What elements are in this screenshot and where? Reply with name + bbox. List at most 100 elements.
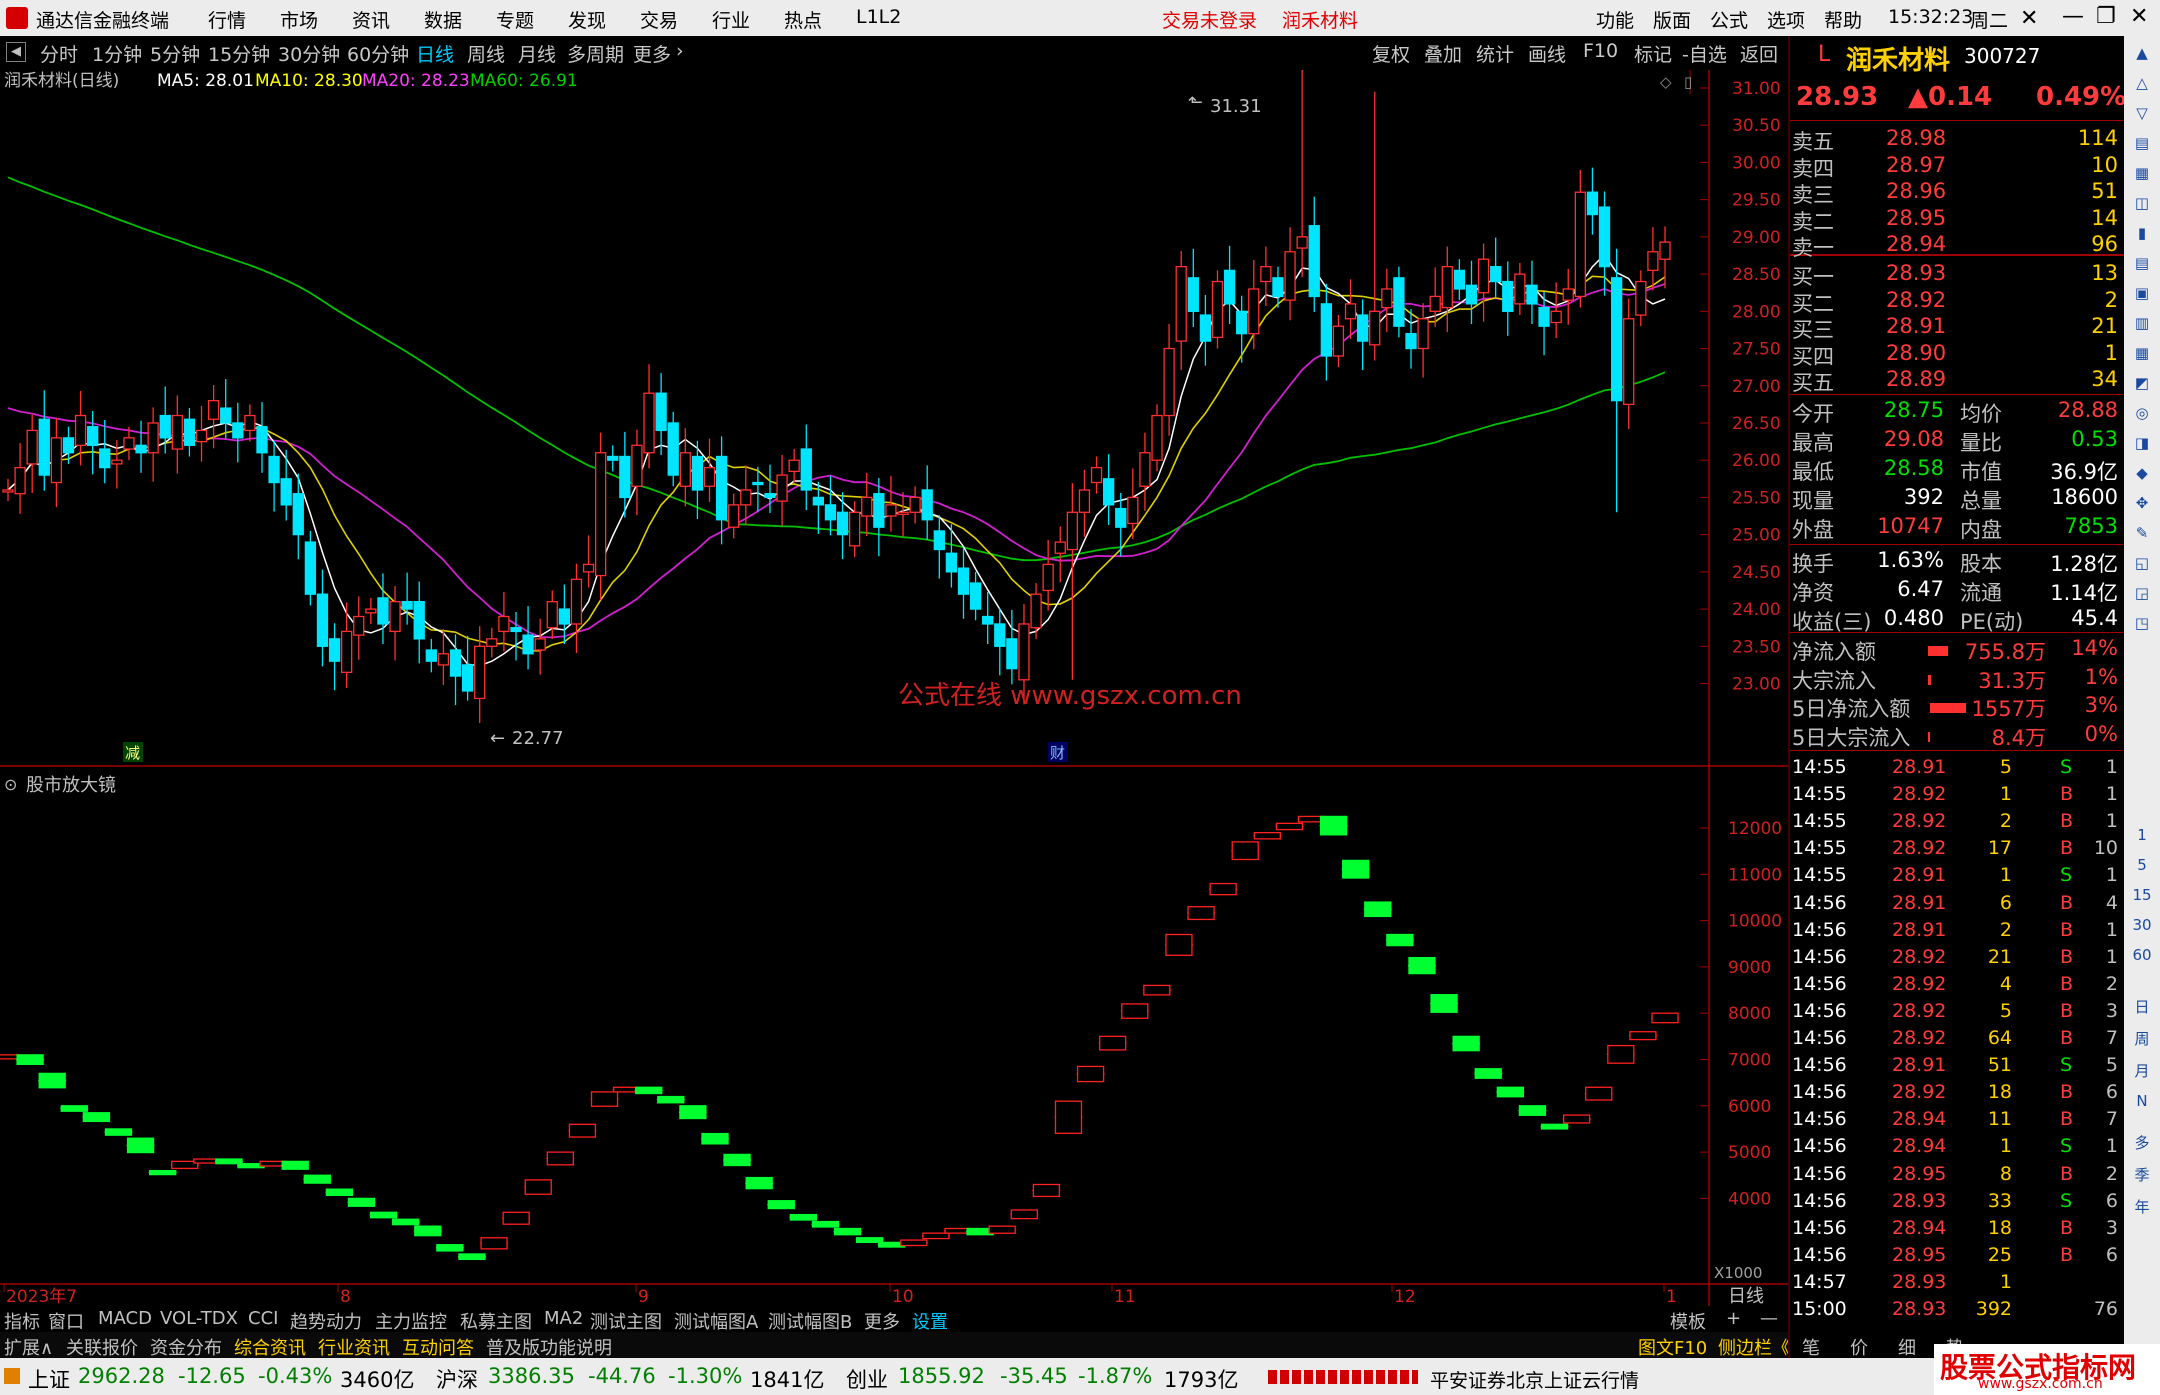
tab-zijinfenbu[interactable]: 资金分布 (150, 1334, 222, 1360)
tab-bi[interactable]: 笔 (1802, 1334, 1820, 1360)
flow-row[interactable]: 5日大宗流入 8.4万 0% (1790, 722, 2124, 750)
server-label[interactable]: 平安证券北京上证云行情 (1430, 1366, 1639, 1393)
menu-faxian[interactable]: 发现 (568, 6, 606, 33)
tool-fuquan[interactable]: 复权 (1372, 40, 1410, 67)
tool-f10[interactable]: F10 (1583, 40, 1618, 62)
sidebar-period-15[interactable]: 15 (2128, 886, 2156, 904)
tab-gengduo[interactable]: 更多 (864, 1308, 900, 1334)
ask-row[interactable]: 卖四 28.97 10 (1790, 153, 2124, 181)
menu-gongshi[interactable]: 公式 (1710, 6, 1748, 33)
menu-redian[interactable]: 热点 (784, 6, 822, 33)
diamond-icon[interactable]: ◇ (1660, 73, 1672, 91)
tick-row[interactable]: 14:56 28.95 25 B 6 (1790, 1244, 2124, 1270)
tool-huaxian[interactable]: 画线 (1528, 40, 1566, 67)
tick-row[interactable]: 15:00 28.93 392 76 (1790, 1298, 2124, 1324)
sidebar-icon-15[interactable]: ◆ (2128, 464, 2156, 482)
flow-row[interactable]: 净流入额 755.8万 14% (1790, 636, 2124, 664)
tab-vol-tdx[interactable]: VOL-TDX (160, 1308, 238, 1329)
sidebar-icon-12[interactable]: ◩ (2128, 374, 2156, 392)
menu-banmian[interactable]: 版面 (1653, 6, 1691, 33)
tab-pujiban[interactable]: 普及版功能说明 (486, 1334, 612, 1360)
tick-row[interactable]: 14:56 28.92 4 B 2 (1790, 973, 2124, 999)
tick-row[interactable]: 14:56 28.94 18 B 3 (1790, 1217, 2124, 1243)
period-5min[interactable]: 5分钟 (150, 40, 200, 67)
tick-row[interactable]: 14:55 28.91 5 S 1 (1790, 756, 2124, 782)
tick-row[interactable]: 14:56 28.92 64 B 7 (1790, 1027, 2124, 1053)
stat2-row[interactable]: 净资 6.47 流通 1.14亿 (1790, 577, 2124, 605)
tick-row[interactable]: 14:56 28.92 21 B 1 (1790, 946, 2124, 972)
sidebar-icon-16[interactable]: ✥ (2128, 494, 2156, 512)
sidebar-toggle-button[interactable]: 侧边栏《 (1718, 1334, 1790, 1360)
menu-bangzhu[interactable]: 帮助 (1824, 6, 1862, 33)
period-1min[interactable]: 1分钟 (92, 40, 142, 67)
chart-canvas[interactable]: 润禾材料(日线) MA5: 28.01 MA10: 28.30 MA20: 28… (0, 64, 1788, 1307)
menu-l1l2[interactable]: L1L2 (856, 6, 901, 28)
tick-row[interactable]: 14:56 28.91 2 B 1 (1790, 919, 2124, 945)
tab-ceshifutu-b[interactable]: 测试幅图B (768, 1308, 852, 1334)
tab-hangyezixun[interactable]: 行业资讯 (318, 1334, 390, 1360)
close-window-icon[interactable]: ✕ (2130, 4, 2148, 29)
stat-row[interactable]: 外盘 10747 内盘 7853 (1790, 514, 2124, 542)
tab-simuzhutu[interactable]: 私募主图 (460, 1308, 532, 1334)
sidebar-period-60[interactable]: 60 (2128, 946, 2156, 964)
tick-row[interactable]: 14:55 28.92 17 B 10 (1790, 837, 2124, 863)
tab-xi[interactable]: 细 (1898, 1334, 1916, 1360)
period-15min[interactable]: 15分钟 (208, 40, 270, 67)
hs-name[interactable]: 沪深 (436, 1364, 478, 1394)
sidebar-period-year[interactable]: 年 (2128, 1196, 2156, 1217)
tick-row[interactable]: 14:56 28.94 11 B 7 (1790, 1108, 2124, 1134)
period-month[interactable]: 月线 (518, 40, 556, 67)
menu-zixun[interactable]: 资讯 (352, 6, 390, 33)
event-mark-jian[interactable]: 减 (125, 744, 140, 762)
menu-shuju[interactable]: 数据 (424, 6, 462, 33)
sidebar-icon-7[interactable]: ▮ (2128, 224, 2156, 242)
tool-zixuan[interactable]: -自选 (1682, 40, 1727, 67)
period-30min[interactable]: 30分钟 (278, 40, 340, 67)
tuwen-f10-button[interactable]: 图文F10 (1638, 1334, 1707, 1360)
tick-row[interactable]: 14:55 28.91 1 S 1 (1790, 864, 2124, 890)
add-window-button[interactable]: + (1726, 1308, 1741, 1329)
ask-row[interactable]: 卖二 28.95 14 (1790, 206, 2124, 234)
sidebar-period-30[interactable]: 30 (2128, 916, 2156, 934)
sidebar-icon-10[interactable]: ▥ (2128, 314, 2156, 332)
tick-row[interactable]: 14:55 28.92 2 B 1 (1790, 810, 2124, 836)
tick-row[interactable]: 14:56 28.93 33 S 6 (1790, 1190, 2124, 1216)
tick-row[interactable]: 14:56 28.92 5 B 3 (1790, 1000, 2124, 1026)
menu-shichang[interactable]: 市场 (280, 6, 318, 33)
tab-ma2[interactable]: MA2 (544, 1308, 583, 1329)
sidebar-period-week[interactable]: 周 (2128, 1028, 2156, 1049)
period-60min[interactable]: 60分钟 (347, 40, 409, 67)
sidebar-icon-4[interactable]: ▤ (2128, 134, 2156, 152)
collapse-icon[interactable]: ◀ (6, 42, 26, 62)
tab-zonghezixun[interactable]: 综合资讯 (234, 1334, 306, 1360)
kline-chart-area[interactable]: 润禾材料(日线) MA5: 28.01 MA10: 28.30 MA20: 28… (0, 64, 1788, 1307)
sidebar-icon-9[interactable]: ▣ (2128, 284, 2156, 302)
sidebar-period-multi[interactable]: 多 (2128, 1132, 2156, 1153)
period-day[interactable]: 日线 (416, 40, 454, 67)
ask-row[interactable]: 卖五 28.98 114 (1790, 126, 2124, 154)
sidebar-period-season[interactable]: 季 (2128, 1164, 2156, 1185)
restore-icon[interactable]: ❐ (2096, 4, 2116, 29)
sidebar-icon-2[interactable]: △ (2128, 74, 2156, 92)
sidebar-period-n[interactable]: N (2128, 1092, 2156, 1110)
sidebar-period-5[interactable]: 5 (2128, 856, 2156, 874)
tab-zhibiao[interactable]: 指标 (4, 1308, 40, 1334)
tick-row[interactable]: 14:56 28.91 6 B 4 (1790, 892, 2124, 918)
bid-row[interactable]: 买四 28.90 1 (1790, 341, 2124, 369)
tick-row[interactable]: 14:55 28.92 1 B 1 (1790, 783, 2124, 809)
tab-zhulijiankong[interactable]: 主力监控 (375, 1308, 447, 1334)
tool-fanhui[interactable]: 返回 (1740, 40, 1778, 67)
template-button[interactable]: 模板 (1670, 1308, 1706, 1334)
bid-row[interactable]: 买一 28.93 13 (1790, 261, 2124, 289)
tab-cci[interactable]: CCI (248, 1308, 278, 1329)
tab-hudongwenda[interactable]: 互动问答 (402, 1334, 474, 1360)
sidebar-icon-8[interactable]: ▤ (2128, 254, 2156, 272)
sidebar-icon-18[interactable]: ◱ (2128, 554, 2156, 572)
window-toggle-icon[interactable]: ▯ (1684, 73, 1692, 91)
stat-row[interactable]: 今开 28.75 均价 28.88 (1790, 398, 2124, 426)
menu-gongneng[interactable]: 功能 (1596, 6, 1634, 33)
sidebar-icon-14[interactable]: ◨ (2128, 434, 2156, 452)
stat2-row[interactable]: 收益(三) 0.480 PE(动) 45.4 (1790, 606, 2124, 634)
menu-zhuanti[interactable]: 专题 (496, 6, 534, 33)
sidebar-period-day[interactable]: 日 (2128, 996, 2156, 1017)
